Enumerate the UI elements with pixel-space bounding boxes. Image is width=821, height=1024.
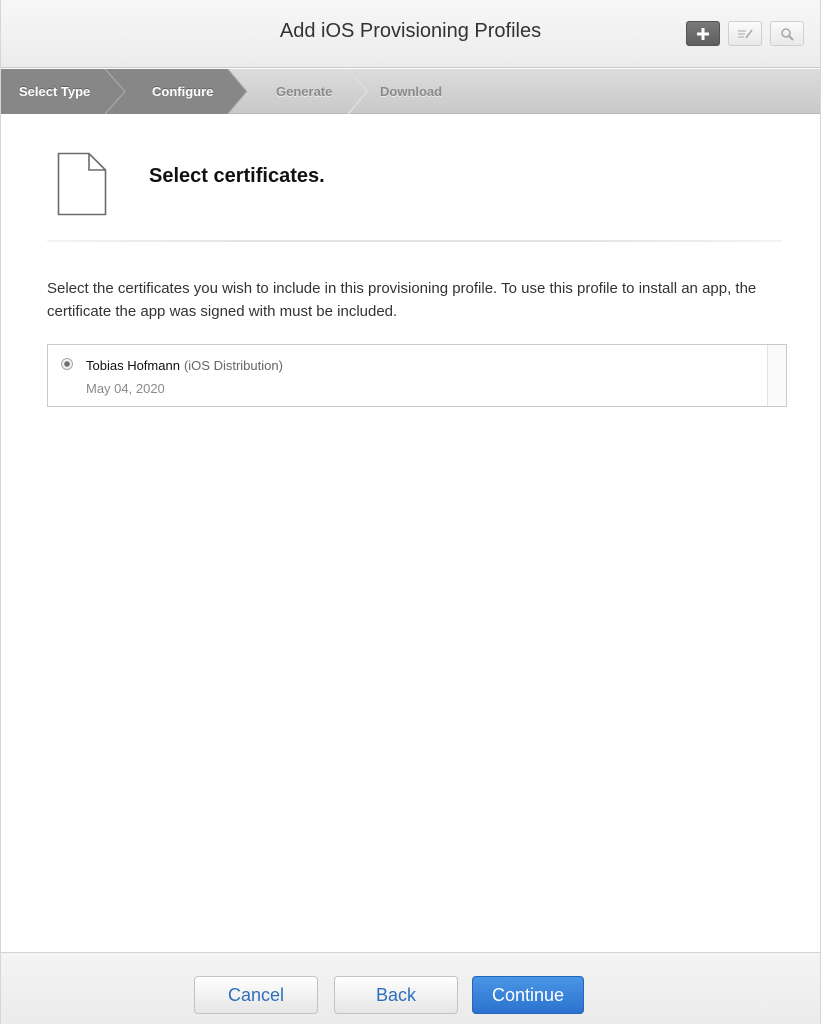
edit-button[interactable] xyxy=(728,21,762,46)
edit-icon xyxy=(738,29,753,38)
instructions-text: Select the certificates you wish to incl… xyxy=(47,280,757,320)
header-bar: Add iOS Provisioning Profiles xyxy=(1,0,820,68)
add-button[interactable] xyxy=(686,21,720,46)
step-generate: Generate xyxy=(276,84,333,99)
document-icon xyxy=(57,152,107,216)
search-icon xyxy=(781,27,794,41)
step-download: Download xyxy=(380,84,443,99)
plus-icon xyxy=(697,27,709,40)
list-scrollbar[interactable] xyxy=(767,345,786,406)
certificate-list: Tobias Hofmann (iOS Distribution) May 04,… xyxy=(47,344,787,407)
certificate-radio[interactable] xyxy=(61,358,73,370)
cancel-button[interactable]: Cancel xyxy=(194,976,318,1014)
back-button[interactable]: Back xyxy=(334,976,458,1014)
search-button[interactable] xyxy=(770,21,804,46)
footer-bar: Cancel Back Continue xyxy=(1,952,820,1024)
step-progress-bar: Select Type Configure Generate Download xyxy=(1,69,820,114)
certificate-type: (iOS Distribution) xyxy=(183,358,283,373)
provisioning-window: Add iOS Provisioning Profiles Select Typ… xyxy=(0,0,821,1024)
toolbar xyxy=(686,21,804,46)
section-title: Select certificates. xyxy=(149,165,325,187)
step-select-type: Select Type xyxy=(19,84,91,99)
certificate-name: Tobias Hofmann xyxy=(86,358,180,373)
step-configure: Configure xyxy=(152,84,214,99)
certificate-date: May 04, 2020 xyxy=(86,381,165,396)
divider xyxy=(47,240,782,242)
continue-button[interactable]: Continue xyxy=(472,976,584,1014)
